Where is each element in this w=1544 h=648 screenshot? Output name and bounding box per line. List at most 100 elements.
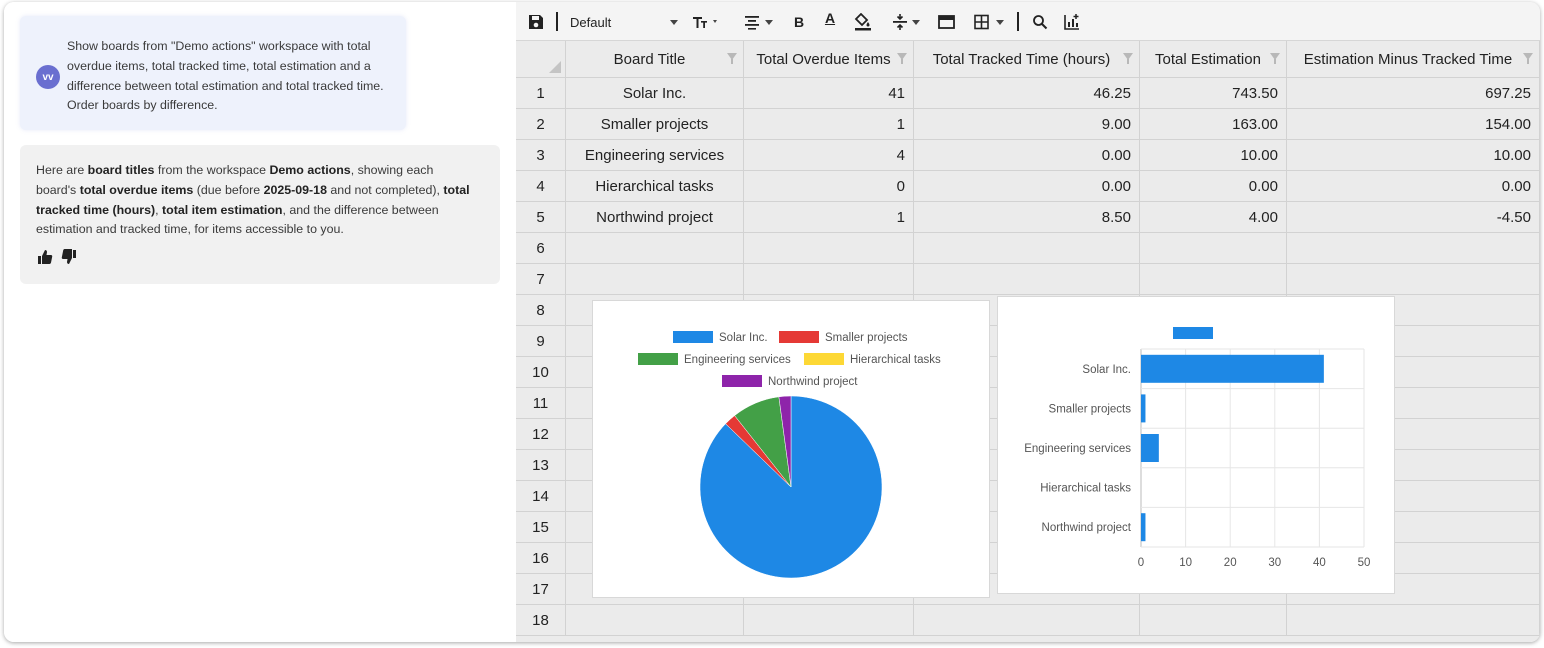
assistant-text-bold: 2025-09-18 <box>263 182 327 197</box>
spreadsheet: Default B A Board Title Total Overdue It… <box>516 2 1540 642</box>
bar-chart: 0 10 20 30 40 50 Solar Inc. Smaller projects Eng… <box>1024 327 1370 569</box>
x-tick-label: 20 <box>1224 557 1237 569</box>
table-cell[interactable]: 0.00 <box>914 140 1140 171</box>
table-cell[interactable] <box>566 605 744 636</box>
table-cell[interactable]: Smaller projects <box>566 109 744 140</box>
bar <box>1141 394 1146 423</box>
row-number[interactable]: 3 <box>516 140 566 171</box>
table-cell[interactable]: 1 <box>744 202 914 233</box>
table-cell[interactable] <box>744 605 914 636</box>
row-number[interactable]: 14 <box>516 481 566 512</box>
row-number[interactable]: 13 <box>516 450 566 481</box>
search-icon[interactable] <box>1032 11 1048 33</box>
row-number[interactable]: 15 <box>516 512 566 543</box>
table-cell[interactable] <box>566 233 744 264</box>
assistant-text: Here are <box>36 163 88 177</box>
row-number[interactable]: 18 <box>516 605 566 636</box>
table-cell[interactable]: 154.00 <box>1287 109 1540 140</box>
table-cell[interactable]: 0.00 <box>1287 171 1540 202</box>
column-header[interactable]: Total Overdue Items <box>744 41 914 78</box>
column-header[interactable]: Total Tracked Time (hours) <box>914 41 1140 78</box>
row-number[interactable]: 9 <box>516 326 566 357</box>
filter-icon[interactable] <box>1123 53 1133 64</box>
legend-label: Smaller projects <box>825 332 908 344</box>
row-number[interactable]: 16 <box>516 543 566 574</box>
x-tick-label: 40 <box>1313 557 1326 569</box>
table-cell[interactable]: 41 <box>744 78 914 109</box>
row-number[interactable]: 7 <box>516 264 566 295</box>
font-size-icon[interactable] <box>692 11 722 33</box>
table-cell[interactable]: 0.00 <box>914 171 1140 202</box>
table-cell[interactable]: 163.00 <box>1140 109 1287 140</box>
table-cell[interactable] <box>1140 605 1287 636</box>
table-cell[interactable]: Solar Inc. <box>566 78 744 109</box>
align-icon[interactable] <box>744 11 776 33</box>
table-cell[interactable] <box>1140 264 1287 295</box>
thumbs-down-icon[interactable] <box>61 249 77 265</box>
column-header[interactable]: Total Estimation <box>1140 41 1287 78</box>
row-number[interactable]: 12 <box>516 419 566 450</box>
assistant-text-bold: total overdue items <box>79 182 194 197</box>
filter-icon[interactable] <box>727 53 737 64</box>
table-cell[interactable] <box>1140 233 1287 264</box>
table-cell[interactable] <box>744 233 914 264</box>
select-all-corner[interactable] <box>516 41 566 78</box>
font-select-value: Default <box>570 14 612 30</box>
table-cell[interactable]: 8.50 <box>914 202 1140 233</box>
text-color-icon[interactable]: A <box>822 11 838 33</box>
table-cell[interactable] <box>566 264 744 295</box>
table-cell[interactable]: -4.50 <box>1287 202 1540 233</box>
bar-chart-card[interactable]: 0 10 20 30 40 50 Solar Inc. Smaller projects Eng… <box>997 296 1395 594</box>
table-cell[interactable]: 697.25 <box>1287 78 1540 109</box>
table-cell[interactable]: 10.00 <box>1140 140 1287 171</box>
table-cell[interactable] <box>1287 233 1540 264</box>
pie-chart: Solar Inc. Smaller projects Engineering se… <box>638 331 941 579</box>
table-cell[interactable]: Northwind project <box>566 202 744 233</box>
table-cell[interactable]: 0.00 <box>1140 171 1287 202</box>
table-cell[interactable] <box>914 233 1140 264</box>
row-number[interactable]: 17 <box>516 574 566 605</box>
column-header-label: Total Estimation <box>1155 50 1261 68</box>
bold-button[interactable]: B <box>794 11 804 33</box>
table-cell[interactable]: 0 <box>744 171 914 202</box>
row-number[interactable]: 2 <box>516 109 566 140</box>
table-cell[interactable] <box>914 264 1140 295</box>
table-cell[interactable]: 1 <box>744 109 914 140</box>
table-cell[interactable]: 9.00 <box>914 109 1140 140</box>
fill-color-icon[interactable] <box>854 11 872 33</box>
bar <box>1141 354 1324 383</box>
row-number[interactable]: 5 <box>516 202 566 233</box>
table-cell[interactable]: 743.50 <box>1140 78 1287 109</box>
table-cell[interactable]: 10.00 <box>1287 140 1540 171</box>
row-number[interactable]: 11 <box>516 388 566 419</box>
table-cell[interactable] <box>1287 264 1540 295</box>
legend-label: Engineering services <box>684 354 791 366</box>
vertical-align-icon[interactable] <box>892 11 922 33</box>
table-cell[interactable]: 4.00 <box>1140 202 1287 233</box>
table-cell[interactable]: Engineering services <box>566 140 744 171</box>
thumbs-up-icon[interactable] <box>37 249 53 265</box>
insert-chart-icon[interactable] <box>1063 11 1081 33</box>
row-number[interactable]: 10 <box>516 357 566 388</box>
merge-icon[interactable] <box>938 11 956 33</box>
table-cell[interactable]: 46.25 <box>914 78 1140 109</box>
row-number[interactable]: 8 <box>516 295 566 326</box>
table-cell[interactable] <box>914 605 1140 636</box>
column-header[interactable]: Estimation Minus Tracked Time <box>1287 41 1540 78</box>
table-cell[interactable]: Hierarchical tasks <box>566 171 744 202</box>
row-number[interactable]: 1 <box>516 78 566 109</box>
filter-icon[interactable] <box>1270 53 1280 64</box>
filter-icon[interactable] <box>897 53 907 64</box>
table-cell[interactable] <box>1287 605 1540 636</box>
borders-icon[interactable] <box>974 11 1010 33</box>
pie-chart-card[interactable]: Solar Inc. Smaller projects Engineering se… <box>592 300 990 598</box>
save-icon[interactable] <box>528 11 544 33</box>
row-number[interactable]: 6 <box>516 233 566 264</box>
row-number[interactable]: 4 <box>516 171 566 202</box>
font-select[interactable]: Default <box>570 11 678 33</box>
app-window: vv Show boards from "Demo actions" works… <box>4 2 1540 642</box>
table-cell[interactable]: 4 <box>744 140 914 171</box>
column-header[interactable]: Board Title <box>566 41 744 78</box>
filter-icon[interactable] <box>1523 53 1533 64</box>
table-cell[interactable] <box>744 264 914 295</box>
